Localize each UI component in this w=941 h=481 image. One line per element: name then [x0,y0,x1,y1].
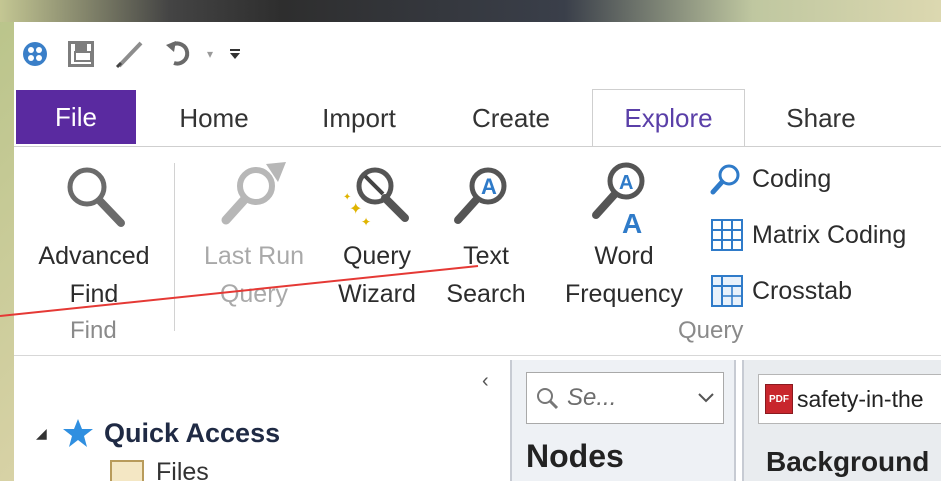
tab-import[interactable]: Import [304,90,414,146]
text-search-button[interactable]: A Text Search [440,155,532,313]
undo-icon[interactable] [162,36,198,72]
ribbon-panel: Advanced Find Find Last Run Query ✦ ✦ ✦ Qu… [14,146,941,356]
coding-query-button[interactable]: Coding [708,159,831,199]
folder-icon [110,459,144,481]
document-tab-label: safety-in-the [797,385,924,412]
edit-pencil-icon[interactable] [110,36,150,72]
svg-text:A: A [481,174,497,199]
last-run-query-label-2: Query [219,280,289,308]
undo-dropdown-icon[interactable]: ▾ [200,36,220,72]
list-view-heading: Nodes [526,438,624,474]
tab-share[interactable]: Share [774,90,868,146]
svg-text:A: A [622,208,642,237]
find-group-label: Find [70,317,117,344]
files-label: Files [156,458,209,481]
quick-access-label: Quick Access [104,417,281,448]
expand-arrow-icon[interactable]: ◢ [36,425,60,442]
list-view-pane: Nodes [510,360,736,481]
application-window: ▾ File Home Import Create Explore Share … [14,22,941,481]
pdf-icon: PDF [765,384,793,414]
word-frequency-icon: AA [584,155,664,237]
query-wizard-label-1: Query [342,242,412,270]
save-icon[interactable] [64,36,98,72]
query-wizard-icon: ✦ ✦ ✦ [337,155,417,237]
svg-text:✦: ✦ [361,215,371,229]
text-search-label-2: Search [446,280,526,308]
ribbon-tabs: File Home Import Create Explore Share [14,89,941,147]
text-search-icon: A [446,155,526,237]
chevron-down-icon[interactable] [689,393,723,403]
last-run-query-icon [214,155,294,237]
list-search-box[interactable] [526,372,724,424]
files-node[interactable]: Files [110,458,209,481]
navigation-pane: ‹ ◢ Quick Access Files [14,358,502,481]
last-run-query-button[interactable]: Last Run Query [194,155,314,313]
coding-label: Coding [752,164,832,193]
crosstab-label: Crosstab [752,276,853,305]
app-menu-icon[interactable] [20,36,50,72]
svg-text:A: A [619,172,633,194]
tab-create[interactable]: Create [456,90,566,146]
tab-explore[interactable]: Explore [592,89,745,147]
customize-toolbar-icon[interactable] [224,36,246,72]
query-group-label: Query [678,317,744,344]
tab-file[interactable]: File [16,90,136,144]
last-run-query-label-1: Last Run [203,242,305,270]
crosstab-icon [708,273,746,309]
quick-access-toolbar: ▾ [14,36,314,72]
text-search-label-1: Text [463,242,509,270]
matrix-coding-label: Matrix Coding [752,220,907,249]
document-tab[interactable]: PDF safety-in-the [758,374,941,424]
document-content-heading: Background [766,446,930,477]
search-icon [527,386,567,410]
tab-home[interactable]: Home [154,90,274,146]
query-wizard-button[interactable]: ✦ ✦ ✦ Query Wizard [332,155,422,313]
quick-access-node[interactable]: ◢ Quick Access [36,418,280,448]
magnifier-icon [54,155,134,237]
detail-view-pane: PDF safety-in-the Background [742,360,941,481]
advanced-find-label-2: Find [69,280,119,308]
matrix-coding-icon [708,217,746,253]
advanced-find-label-1: Advanced [38,242,150,270]
desktop-background-strip [0,0,941,22]
advanced-find-button[interactable]: Advanced Find [24,155,164,313]
star-icon [60,418,96,448]
search-input[interactable] [567,384,677,412]
word-frequency-button[interactable]: AA Word Frequency [554,155,694,313]
matrix-coding-button[interactable]: Matrix Coding [708,215,906,255]
coding-icon [708,161,746,197]
svg-text:✦: ✦ [343,192,351,203]
word-frequency-label-1: Word [594,242,654,270]
query-wizard-label-2: Wizard [338,280,416,308]
group-divider [174,163,175,331]
crosstab-button[interactable]: Crosstab [708,271,852,311]
collapse-pane-icon[interactable]: ‹ [482,370,489,393]
word-frequency-label-2: Frequency [564,280,684,308]
